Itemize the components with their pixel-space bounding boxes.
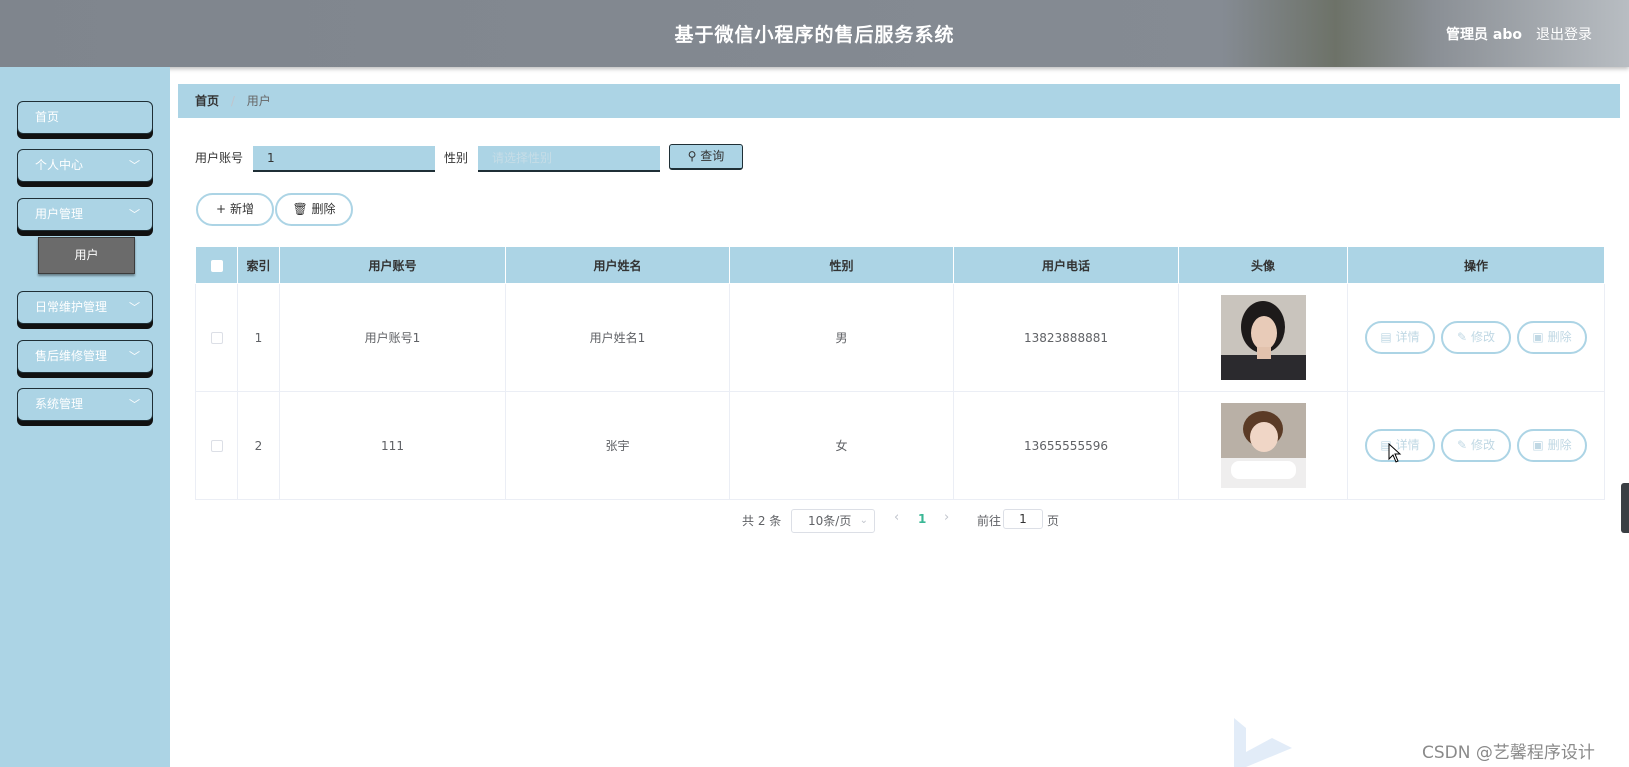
breadcrumb-home[interactable]: 首页 (195, 94, 219, 108)
column-header: 用户姓名 (505, 246, 730, 284)
chevron-down-icon: ﹀ (129, 301, 140, 314)
pencil-icon: ✎ (1457, 438, 1468, 452)
add-button[interactable]: + 新增 (196, 193, 274, 226)
sidebar-item-system-management[interactable]: 系统管理 ﹀ (17, 388, 153, 421)
row-name: 张宇 (505, 391, 730, 500)
edit-button[interactable]: ✎ 修改 (1441, 321, 1511, 354)
row-actions-cell: ▤ 详情 ✎ 修改 ▣ 删除 (1347, 283, 1605, 392)
chevron-down-icon: ⌄ (859, 515, 868, 526)
gender-search-input[interactable] (478, 146, 660, 172)
goto-page-input[interactable] (1003, 509, 1043, 529)
sidebar-item-label: 日常维护管理 (35, 300, 108, 314)
row-delete-button-label: 删除 (1547, 330, 1572, 344)
add-button-label: 新增 (229, 202, 254, 216)
top-header: 基于微信小程序的售后服务系统 管理员 abo 退出登录 (0, 0, 1629, 67)
chevron-down-icon: ﹀ (129, 350, 140, 363)
row-gender: 女 (729, 391, 954, 500)
query-button-label: 查询 (700, 149, 725, 163)
chevron-down-icon: ﹀ (129, 208, 140, 221)
sidebar-item-label: 售后维修管理 (35, 349, 108, 363)
detail-button-label: 详情 (1395, 330, 1420, 344)
sidebar-item-user-management[interactable]: 用户管理 ﹀ (17, 198, 153, 231)
breadcrumb-current: 用户 (246, 94, 271, 108)
sidebar-item-home[interactable]: 首页 (17, 101, 153, 134)
table-header-row: 索引 用户账号 用户姓名 性别 用户电话 头像 操作 (195, 246, 1605, 284)
sidebar-item-personal-center[interactable]: 个人中心 ﹀ (17, 149, 153, 182)
trash-icon: 🗑 (292, 202, 308, 216)
table-row: 1 用户账号1 用户姓名1 男 13823888881 ▤ 详情 ✎ 修改 ▣ 删除 (195, 283, 1605, 392)
trash-icon: ▣ (1532, 438, 1544, 452)
sidebar-item-label: 用户管理 (35, 207, 84, 221)
row-avatar-cell (1178, 391, 1348, 500)
detail-button[interactable]: ▤ 详情 (1365, 321, 1435, 354)
goto-label: 前往 (977, 514, 1002, 528)
pencil-icon: ✎ (1457, 330, 1468, 344)
row-index: 1 (237, 283, 280, 392)
edit-button-label: 修改 (1470, 330, 1495, 344)
trash-icon: ▣ (1532, 330, 1544, 344)
avatar (1220, 403, 1306, 488)
row-phone: 13823888881 (953, 283, 1179, 392)
breadcrumb: 首页 / 用户 (178, 84, 1620, 118)
current-user: 管理员 abo (1446, 27, 1522, 43)
row-name: 用户姓名1 (505, 283, 730, 392)
account-label: 用户账号 (195, 151, 244, 165)
sidebar-item-label: 个人中心 (35, 158, 84, 172)
row-phone: 13655555596 (953, 391, 1179, 500)
account-search-input[interactable] (253, 146, 435, 172)
column-header: 索引 (237, 246, 280, 284)
mouse-cursor-icon (1388, 443, 1402, 463)
logo-mark-icon (1234, 718, 1292, 767)
delete-button-label: 删除 (311, 202, 336, 216)
document-icon: ▤ (1380, 330, 1392, 344)
sidebar-item-after-sales-repair[interactable]: 售后维修管理 ﹀ (17, 340, 153, 373)
delete-button[interactable]: 🗑 删除 (275, 193, 353, 226)
column-header: 用户电话 (953, 246, 1179, 284)
row-avatar-cell (1178, 283, 1348, 392)
page-number[interactable]: 1 (918, 512, 926, 526)
gender-label: 性别 (444, 151, 469, 165)
row-gender: 男 (729, 283, 954, 392)
row-delete-button[interactable]: ▣ 删除 (1517, 321, 1587, 354)
pagination-total: 共 2 条 (742, 514, 782, 528)
column-header: 性别 (729, 246, 954, 284)
chevron-down-icon: ﹀ (129, 159, 140, 172)
avatar (1220, 295, 1306, 380)
column-header: 用户账号 (279, 246, 506, 284)
chevron-down-icon: ﹀ (129, 398, 140, 411)
row-checkbox[interactable] (210, 440, 223, 452)
select-all-checkbox[interactable] (210, 259, 223, 272)
logout-link[interactable]: 退出登录 (1536, 24, 1592, 44)
sidebar-item-label: 系统管理 (35, 397, 84, 411)
column-header: 操作 (1347, 246, 1605, 284)
row-actions-cell: ▤ 详情 ✎ 修改 ▣ 删除 (1347, 391, 1605, 500)
row-checkbox[interactable] (210, 332, 223, 344)
row-account: 111 (279, 391, 506, 500)
side-panel-handle[interactable] (1621, 483, 1629, 533)
row-delete-button[interactable]: ▣ 删除 (1517, 429, 1587, 462)
prev-page-icon[interactable]: ‹ (894, 510, 899, 525)
next-page-icon[interactable]: › (944, 510, 949, 525)
row-select-cell[interactable] (195, 283, 238, 392)
page-suffix: 页 (1047, 514, 1060, 528)
row-select-cell[interactable] (195, 391, 238, 500)
edit-button-label: 修改 (1470, 438, 1495, 452)
search-icon: ⚲ (687, 149, 697, 163)
submenu-item-users[interactable]: 用户 (38, 237, 135, 274)
app-title: 基于微信小程序的售后服务系统 (674, 24, 955, 46)
sidebar-item-label: 首页 (35, 110, 60, 124)
row-index: 2 (237, 391, 280, 500)
sidebar-item-daily-maintenance[interactable]: 日常维护管理 ﹀ (17, 291, 153, 324)
plus-icon: + (216, 202, 227, 216)
edit-button[interactable]: ✎ 修改 (1441, 429, 1511, 462)
page-size-value: 10条/页 (808, 514, 852, 528)
column-header: 头像 (1178, 246, 1348, 284)
row-delete-button-label: 删除 (1547, 438, 1572, 452)
select-all-cell[interactable] (195, 246, 238, 284)
breadcrumb-separator: / (230, 94, 235, 108)
watermark: CSDN @艺馨程序设计 (1422, 743, 1595, 763)
query-button[interactable]: ⚲ 查询 (669, 144, 743, 170)
page-size-select[interactable]: 10条/页 ⌄ (791, 509, 875, 533)
row-account: 用户账号1 (279, 283, 506, 392)
